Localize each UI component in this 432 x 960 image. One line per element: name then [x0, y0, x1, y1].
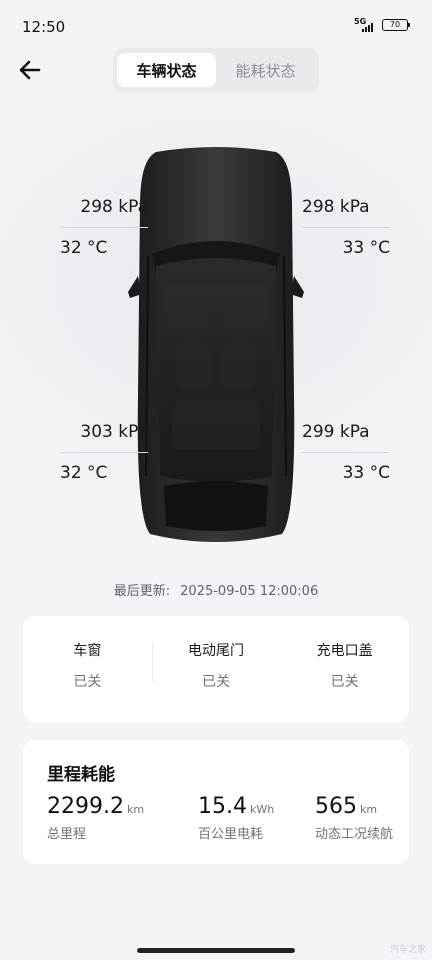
signal-icon: 5G [354, 18, 376, 32]
tire-front-left-temperature: 32 °C [60, 238, 108, 258]
car-top-view [128, 147, 304, 542]
status-time: 12:50 [22, 18, 66, 36]
tire-rear-right-temperature: 33 °C [342, 463, 390, 483]
vehicle-status-card: 车窗 已关 电动尾门 已关 充电口盖 已关 [23, 616, 409, 722]
metric-range: 565 km 动态工况续航 [315, 794, 393, 842]
tab-energy-status[interactable]: 能耗状态 [216, 53, 315, 87]
status-window: 车窗 已关 [23, 616, 152, 722]
status-bar: 12:50 5G 70 [0, 0, 432, 50]
metric-range-unit: km [360, 803, 378, 816]
signal-bars [362, 23, 373, 32]
tire-front-left: 298 kPa 32 °C [60, 187, 148, 268]
tire-front-left-pressure: 298 kPa [80, 197, 148, 217]
metric-total-mileage-caption: 总里程 [47, 827, 87, 842]
metric-energy-consumption: 15.4 kWh 百公里电耗 [198, 794, 274, 842]
tire-front-right-pressure: 298 kPa [302, 197, 370, 217]
status-indicators: 5G 70 [354, 18, 410, 32]
arrow-left-icon [19, 60, 41, 80]
status-charge-port-value: 已关 [330, 674, 359, 690]
tire-rear-left: 303 kPa 32 °C [60, 412, 148, 493]
home-indicator[interactable] [137, 948, 295, 953]
tire-front-right-temperature: 33 °C [342, 238, 390, 258]
status-charge-port: 充电口盖 已关 [280, 616, 409, 722]
battery-icon: 70 [382, 19, 410, 31]
tire-rear-right-pressure: 299 kPa [302, 422, 370, 442]
tire-rear-left-pressure: 303 kPa [80, 422, 148, 442]
tab-bar: 车辆状态 能耗状态 [113, 48, 319, 92]
battery-level: 70 [389, 20, 401, 29]
status-tailgate: 电动尾门 已关 [151, 616, 281, 722]
tire-rear-left-temperature: 32 °C [60, 463, 108, 483]
metric-energy-consumption-value: 15.4 [198, 794, 247, 819]
metric-total-mileage-value: 2299.2 [47, 794, 124, 819]
last-update-value: 2025-09-05 12:00:06 [180, 584, 319, 599]
metric-range-value: 565 [315, 794, 357, 819]
metric-energy-consumption-unit: kWh [249, 803, 275, 816]
mileage-title: 里程耗能 [47, 765, 115, 785]
tab-vehicle-status[interactable]: 车辆状态 [117, 53, 216, 87]
back-button[interactable] [16, 56, 44, 84]
watermark: 汽车之家 [389, 945, 426, 955]
status-window-value: 已关 [73, 674, 102, 690]
mileage-card: 里程耗能 2299.2 km 总里程 15.4 kWh 百公里电耗 565 km 动态… [23, 740, 409, 864]
metric-range-caption: 动态工况续航 [315, 827, 394, 842]
status-tailgate-value: 已关 [202, 674, 230, 690]
status-charge-port-label: 充电口盖 [316, 643, 373, 659]
metric-energy-consumption-caption: 百公里电耗 [198, 827, 264, 842]
tire-front-right: 298 kPa 33 °C [302, 187, 390, 268]
last-update: 最后更新: 2025-09-05 12:00:06 [0, 580, 432, 599]
status-window-label: 车窗 [73, 643, 102, 659]
status-tailgate-label: 电动尾门 [188, 643, 244, 659]
metric-total-mileage: 2299.2 km 总里程 [47, 794, 144, 842]
metric-total-mileage-unit: km [126, 803, 145, 816]
tire-rear-right: 299 kPa 33 °C [302, 412, 390, 493]
last-update-label: 最后更新: [113, 584, 171, 599]
